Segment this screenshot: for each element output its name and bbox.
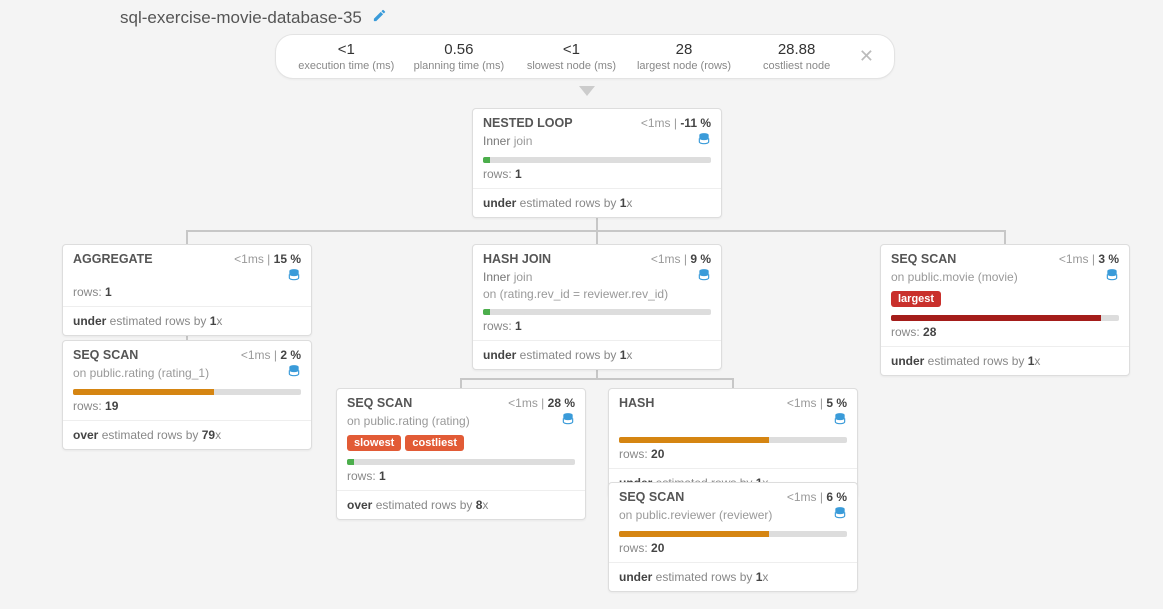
stat-largest: 28 largest node (rows) (628, 41, 741, 72)
plan-node-nested_loop[interactable]: NESTED LOOP <1ms | -11 % Inner join rows: 1… (472, 108, 722, 218)
estimate-line: under estimated rows by 1x (63, 306, 311, 335)
rows-bar (483, 309, 711, 315)
plan-node-seq_rating1[interactable]: SEQ SCAN <1ms | 2 % on public.rating (rati… (62, 340, 312, 450)
database-icon[interactable] (287, 364, 301, 381)
estimate-line: over estimated rows by 79x (63, 420, 311, 449)
rows-bar (891, 315, 1119, 321)
node-name: NESTED LOOP (483, 116, 573, 130)
plan-node-hash_join[interactable]: HASH JOIN <1ms | 9 % Inner join on (rating.… (472, 244, 722, 370)
rows-count: rows: 1 (483, 319, 711, 333)
node-metrics: <1ms | 9 % (651, 252, 711, 266)
plan-node-seq_rating[interactable]: SEQ SCAN <1ms | 28 % on public.rating (rat… (336, 388, 586, 520)
tag-costliest: costliest (405, 435, 464, 451)
database-icon[interactable] (1105, 268, 1119, 285)
node-metrics: <1ms | 15 % (234, 252, 301, 266)
rows-bar (483, 157, 711, 163)
node-metrics: <1ms | 2 % (241, 348, 301, 362)
scan-target: on public.rating (rating_1) (73, 366, 209, 380)
rows-count: rows: 1 (483, 167, 711, 181)
database-icon[interactable] (287, 268, 301, 285)
node-metrics: <1ms | -11 % (641, 116, 711, 130)
node-name: SEQ SCAN (619, 490, 684, 504)
database-icon[interactable] (697, 132, 711, 149)
rows-count: rows: 1 (347, 469, 575, 483)
chevron-down-icon (579, 86, 595, 96)
rows-count: rows: 20 (619, 447, 847, 461)
rows-count: rows: 20 (619, 541, 847, 555)
rows-bar (619, 531, 847, 537)
plan-node-seq_movie[interactable]: SEQ SCAN <1ms | 3 % on public.movie (movie… (880, 244, 1130, 376)
scan-target: on public.rating (rating) (347, 414, 470, 428)
estimate-line: under estimated rows by 1x (609, 562, 857, 591)
node-metrics: <1ms | 5 % (787, 396, 847, 410)
rows-bar (347, 459, 575, 465)
estimate-line: over estimated rows by 8x (337, 490, 585, 519)
database-icon[interactable] (561, 412, 575, 429)
tag-slowest: slowest (347, 435, 401, 451)
estimate-line: under estimated rows by 1x (881, 346, 1129, 375)
scan-target: on public.movie (movie) (891, 270, 1018, 284)
join-type: Inner join (483, 134, 532, 148)
plan-node-aggregate[interactable]: AGGREGATE <1ms | 15 % rows: 1 under estimat… (62, 244, 312, 336)
plan-node-seq_reviewer[interactable]: SEQ SCAN <1ms | 6 % on public.reviewer (re… (608, 482, 858, 592)
node-name: HASH JOIN (483, 252, 551, 266)
node-name: SEQ SCAN (347, 396, 412, 410)
node-metrics: <1ms | 28 % (508, 396, 575, 410)
node-name: SEQ SCAN (891, 252, 956, 266)
node-metrics: <1ms | 3 % (1059, 252, 1119, 266)
stat-costliest: 28.88 costliest node (740, 41, 853, 72)
stat-slowest: <1 slowest node (ms) (515, 41, 628, 72)
rows-count: rows: 19 (73, 399, 301, 413)
rows-count: rows: 1 (73, 285, 301, 299)
rows-count: rows: 28 (891, 325, 1119, 339)
join-condition: on (rating.rev_id = reviewer.rev_id) (483, 287, 668, 301)
page-title: sql-exercise-movie-database-35 (120, 8, 387, 28)
database-icon[interactable] (833, 412, 847, 429)
database-icon[interactable] (833, 506, 847, 523)
stat-plan-time: 0.56 planning time (ms) (403, 41, 516, 72)
node-name: AGGREGATE (73, 252, 153, 266)
scan-target: on public.reviewer (reviewer) (619, 508, 772, 522)
node-metrics: <1ms | 6 % (787, 490, 847, 504)
estimate-line: under estimated rows by 1x (473, 340, 721, 369)
database-icon[interactable] (697, 268, 711, 285)
node-name: HASH (619, 396, 654, 410)
rows-bar (619, 437, 847, 443)
join-type: Inner join (483, 270, 532, 284)
stats-bar: <1 execution time (ms) 0.56 planning tim… (275, 34, 895, 79)
node-name: SEQ SCAN (73, 348, 138, 362)
title-text: sql-exercise-movie-database-35 (120, 8, 362, 28)
stat-exec-time: <1 execution time (ms) (290, 41, 403, 72)
tag-largest: largest (891, 291, 941, 307)
close-icon[interactable]: ✕ (853, 46, 880, 67)
rows-bar (73, 389, 301, 395)
edit-icon[interactable] (372, 8, 387, 28)
estimate-line: under estimated rows by 1x (473, 188, 721, 217)
